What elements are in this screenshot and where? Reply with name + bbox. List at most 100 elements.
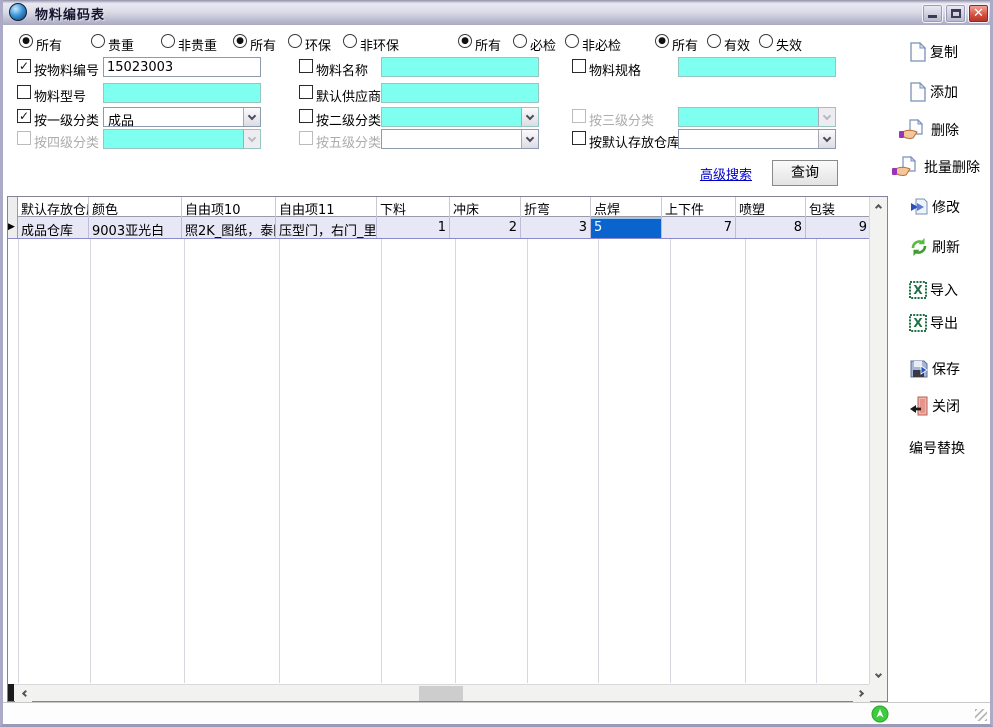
scroll-left-button[interactable] (15, 685, 32, 702)
close-button[interactable]: ✕ (968, 4, 989, 23)
radio-label: 所有 (672, 35, 698, 54)
status-bar (3, 702, 990, 724)
button-label: 批量删除 (924, 157, 980, 177)
radio-valid[interactable] (707, 34, 721, 48)
cell-baozhuang[interactable]: 9 (806, 217, 871, 238)
cell-xialiao[interactable]: 1 (377, 217, 450, 238)
scroll-splitter[interactable] (8, 684, 14, 701)
column-header[interactable]: 下料 (377, 197, 450, 217)
document-icon (909, 42, 927, 62)
checkbox-material-model[interactable] (17, 85, 31, 99)
checkbox-material-name[interactable] (299, 59, 313, 73)
radio-not-precious[interactable] (161, 34, 175, 48)
field-label: 物料规格 (589, 60, 641, 79)
table-row[interactable]: ▶ 成品仓库 9003亚光白 照2K_图纸，泰国 压型门，右门_里面 1 2 3… (8, 217, 871, 239)
cell-pensu[interactable]: 8 (736, 217, 806, 238)
export-button[interactable]: X 导出 (909, 313, 958, 333)
renumber-button[interactable]: 编号替换 (909, 438, 965, 458)
column-header[interactable]: 喷塑 (736, 197, 806, 217)
batch-delete-button[interactable]: 批量删除 (891, 156, 980, 178)
advanced-search-link[interactable]: 高级搜索 (700, 164, 752, 183)
import-button[interactable]: X 导入 (909, 280, 958, 300)
current-row-marker: ▶ (8, 222, 15, 232)
column-header[interactable]: 折弯 (521, 197, 591, 217)
default-supplier-input[interactable] (381, 83, 539, 103)
grid-column-separator (598, 239, 599, 683)
modify-button[interactable]: 修改 (909, 197, 960, 217)
field-label: 按三级分类 (589, 110, 654, 129)
checkbox-category-1[interactable]: ✓ (17, 109, 31, 123)
radio-label: 非必检 (582, 35, 621, 54)
copy-button[interactable]: 复制 (909, 42, 958, 62)
radio-not-inspect[interactable] (565, 34, 579, 48)
cell-free10[interactable]: 照2K_图纸，泰国 (182, 217, 276, 238)
material-name-input[interactable] (381, 57, 539, 77)
field-label: 按默认存放仓库 (589, 132, 680, 151)
cell-free11[interactable]: 压型门，右门_里面 (276, 217, 377, 238)
button-label: 编号替换 (909, 438, 965, 458)
field-label: 按一级分类 (34, 110, 99, 129)
delete-button[interactable]: 删除 (898, 119, 959, 141)
column-header[interactable]: 自由项10 (182, 197, 276, 217)
resize-grip[interactable] (975, 709, 987, 721)
column-header[interactable]: 自由项11 (276, 197, 377, 217)
material-spec-input[interactable] (678, 57, 836, 77)
add-button[interactable]: 添加 (909, 82, 958, 102)
maximize-button[interactable] (945, 4, 966, 23)
arrows-document-icon (909, 197, 929, 217)
checkbox-material-spec[interactable] (572, 59, 586, 73)
close-form-button[interactable]: 关闭 (909, 396, 960, 416)
category-5-combo[interactable] (381, 129, 539, 149)
checkbox-default-supplier[interactable] (299, 85, 313, 99)
minimize-button[interactable] (922, 4, 943, 23)
column-header[interactable]: 包装 (806, 197, 871, 217)
material-model-input[interactable] (103, 83, 261, 103)
scrollbar-thumb[interactable] (419, 686, 463, 701)
cell-zhewan[interactable]: 3 (521, 217, 591, 238)
radio-inspect[interactable] (513, 34, 527, 48)
radio-not-eco[interactable] (343, 34, 357, 48)
cell-chongchuang[interactable]: 2 (450, 217, 521, 238)
column-header[interactable]: 上下件 (662, 197, 736, 217)
radio-eco[interactable] (288, 34, 302, 48)
grid-corner-cell (8, 197, 18, 217)
column-header[interactable]: 冲床 (450, 197, 521, 217)
cell-dianhan-selected[interactable]: 5 (591, 217, 662, 238)
radio-eco-all[interactable]: ● (233, 34, 247, 48)
material-code-input[interactable] (103, 57, 261, 77)
save-button[interactable]: 保存 (909, 359, 960, 379)
checkbox-default-warehouse[interactable] (572, 131, 586, 145)
default-warehouse-combo[interactable] (678, 129, 836, 149)
cell-shangxiajian[interactable]: 7 (662, 217, 736, 238)
cell-color[interactable]: 9003亚光白 (89, 217, 182, 238)
scroll-down-button[interactable] (870, 667, 887, 684)
cell-warehouse[interactable]: 成品仓库 (18, 217, 89, 238)
scroll-up-button[interactable] (870, 197, 887, 214)
column-header[interactable]: 点焊 (591, 197, 662, 217)
title-bar[interactable]: 物料编码表 (3, 0, 990, 25)
field-label: 按四级分类 (34, 132, 99, 151)
button-label: 关闭 (932, 396, 960, 416)
query-button[interactable]: 查询 (772, 160, 838, 186)
category-1-combo[interactable]: 成品 (103, 107, 261, 127)
horizontal-scrollbar[interactable] (8, 684, 870, 701)
grid-column-separator (184, 239, 185, 683)
radio-precious-all[interactable]: ● (19, 34, 33, 48)
category-2-combo[interactable] (381, 107, 539, 127)
checkbox-category-2[interactable] (299, 109, 313, 123)
chevron-down-icon[interactable] (521, 108, 538, 126)
chevron-down-icon[interactable] (243, 108, 260, 126)
radio-precious[interactable] (91, 34, 105, 48)
radio-label: 必检 (530, 35, 556, 54)
radio-valid-all[interactable]: ● (655, 34, 669, 48)
chevron-down-icon[interactable] (521, 130, 538, 148)
refresh-button[interactable]: 刷新 (909, 237, 960, 257)
radio-inspect-all[interactable]: ● (458, 34, 472, 48)
column-header[interactable]: 颜色 (89, 197, 182, 217)
radio-invalid[interactable] (759, 34, 773, 48)
scroll-right-button[interactable] (853, 685, 870, 702)
vertical-scrollbar[interactable] (869, 197, 887, 684)
checkbox-material-code[interactable]: ✓ (17, 59, 31, 73)
chevron-down-icon[interactable] (818, 130, 835, 148)
column-header[interactable]: 默认存放仓库 (18, 197, 89, 217)
